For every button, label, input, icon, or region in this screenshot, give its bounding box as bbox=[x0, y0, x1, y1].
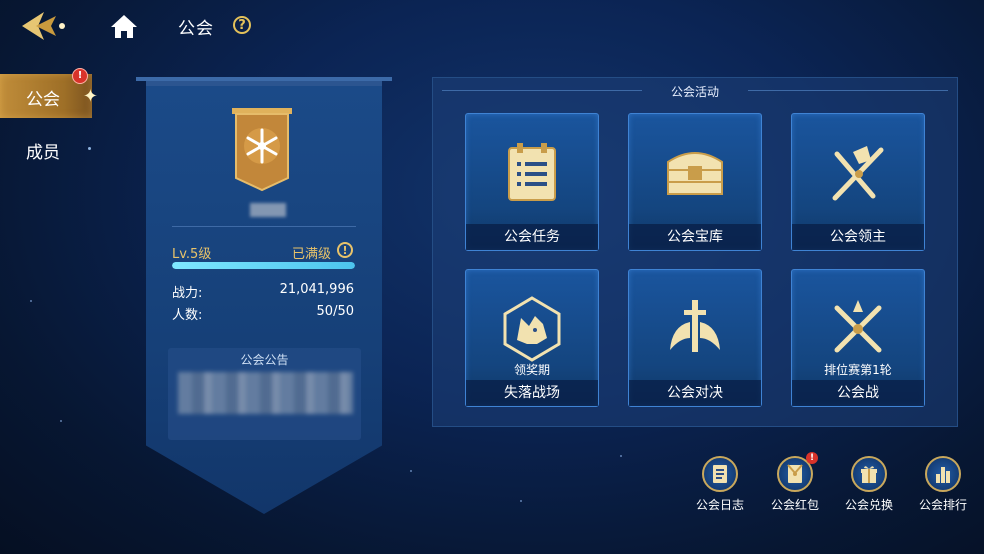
sparkle-icon: ✦ bbox=[82, 86, 98, 107]
activity-card-guild-vault[interactable]: 公会宝库 bbox=[628, 113, 762, 251]
battle-swords-icon bbox=[834, 300, 882, 353]
back-arrow-icon bbox=[22, 12, 65, 40]
activity-card-lost-battlefield[interactable]: 领奖期 失落战场 bbox=[465, 269, 599, 407]
guild-name-redacted bbox=[250, 203, 286, 217]
crossed-swords-icon bbox=[832, 146, 884, 201]
page-title: 公会 bbox=[178, 19, 214, 39]
star-sparkle bbox=[30, 300, 32, 302]
activity-card-guild-war[interactable]: 排位赛第1轮 公会战 bbox=[791, 269, 925, 407]
shortcut-label: 公会日志 bbox=[695, 498, 744, 512]
card-status: 排位赛第1轮 bbox=[824, 363, 892, 377]
log-book-icon bbox=[702, 456, 738, 492]
activity-card-guild-lord[interactable]: 公会领主 bbox=[791, 113, 925, 251]
divider bbox=[172, 226, 356, 227]
card-label: 公会领主 bbox=[792, 224, 924, 250]
power-label: 战力: bbox=[172, 286, 203, 301]
home-button[interactable] bbox=[108, 12, 140, 40]
tab-members[interactable]: 成员 bbox=[0, 128, 92, 168]
star-sparkle bbox=[620, 455, 622, 457]
shortcut-label: 公会排行 bbox=[918, 498, 967, 512]
tab-guild-label: 公会 bbox=[26, 90, 60, 110]
notification-badge: ! bbox=[806, 452, 818, 464]
activity-card-guild-tasks[interactable]: 公会任务 bbox=[465, 113, 599, 251]
guild-emblem[interactable] bbox=[230, 108, 294, 192]
tab-guild[interactable]: 公会 ✦ ! bbox=[0, 68, 98, 118]
card-label: 公会战 bbox=[792, 380, 924, 406]
star-sparkle bbox=[60, 420, 62, 422]
help-button[interactable]: ? bbox=[233, 16, 251, 34]
activities-title: 公会活动 bbox=[670, 85, 719, 99]
treasure-chest-icon bbox=[667, 152, 723, 195]
star-sparkle bbox=[520, 500, 522, 502]
snowflake-emblem-icon bbox=[232, 108, 292, 192]
shortcut-red-envelope[interactable]: ! 公会红包 bbox=[760, 452, 826, 524]
notification-badge: ! bbox=[72, 68, 88, 84]
activity-card-guild-duel[interactable]: 公会对决 bbox=[628, 269, 762, 407]
tab-indicator-dot bbox=[88, 147, 91, 150]
xp-progress-bar bbox=[172, 262, 355, 269]
card-label: 公会宝库 bbox=[629, 224, 761, 250]
tab-members-label: 成员 bbox=[26, 143, 60, 163]
shortcut-guild-ranking[interactable]: 公会排行 bbox=[908, 456, 974, 524]
sword-wings-icon bbox=[670, 300, 720, 352]
divider bbox=[442, 90, 642, 91]
xp-progress-fill bbox=[172, 262, 355, 269]
members-label: 人数: bbox=[172, 308, 203, 323]
shortcut-label: 公会红包 bbox=[770, 498, 819, 512]
home-icon bbox=[111, 15, 137, 38]
members-value: 50/50 bbox=[316, 304, 354, 319]
card-status: 领奖期 bbox=[513, 363, 550, 377]
divider bbox=[748, 90, 948, 91]
back-button[interactable] bbox=[14, 6, 74, 46]
max-level-label: 已满级 bbox=[292, 247, 332, 262]
info-icon[interactable]: ! bbox=[337, 242, 353, 258]
shortcut-guild-log[interactable]: 公会日志 bbox=[685, 456, 751, 524]
gift-box-icon bbox=[851, 456, 887, 492]
task-board-icon bbox=[508, 143, 556, 201]
card-label: 公会对决 bbox=[629, 380, 761, 406]
notice-text-redacted bbox=[178, 372, 353, 414]
star-sparkle bbox=[410, 470, 412, 472]
notice-title: 公会公告 bbox=[240, 353, 289, 367]
guild-level: Lv.5级 bbox=[172, 247, 212, 262]
power-value: 21,041,996 bbox=[279, 282, 354, 297]
wolf-emblem-icon bbox=[503, 296, 561, 362]
ranking-bars-icon bbox=[925, 456, 961, 492]
shortcut-guild-exchange[interactable]: 公会兑换 bbox=[834, 456, 900, 524]
card-label: 公会任务 bbox=[466, 224, 598, 250]
card-label: 失落战场 bbox=[466, 380, 598, 406]
shortcut-label: 公会兑换 bbox=[844, 498, 893, 512]
